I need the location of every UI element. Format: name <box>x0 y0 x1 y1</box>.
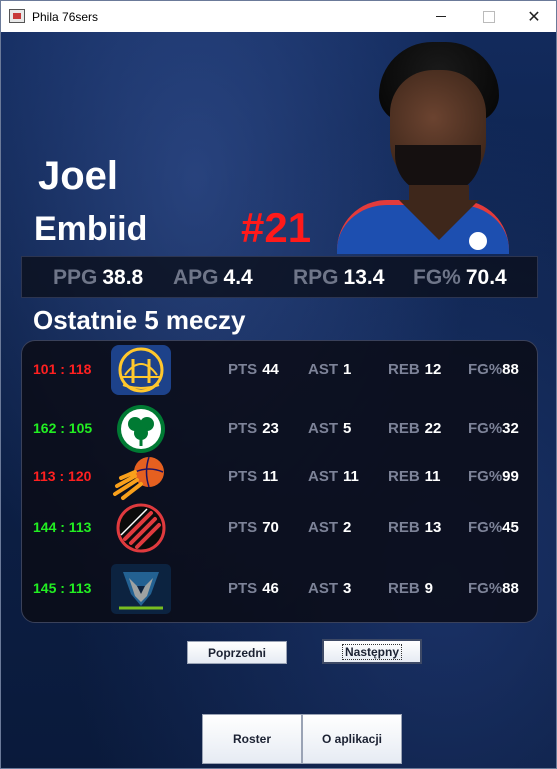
game-pts: PTS 11 <box>228 468 279 485</box>
game-score: 144 : 113 <box>33 519 92 535</box>
phoenix-suns-logo-icon <box>111 452 171 502</box>
game-score: 101 : 118 <box>33 361 92 377</box>
season-stats-bar: PPG 38.8 APG 4.4 RPG 13.4 FG% 70.4 <box>21 256 538 298</box>
last-games-title: Ostatnie 5 meczy <box>33 305 246 335</box>
stat-value: 4.4 <box>223 266 253 289</box>
title-bar[interactable]: Phila 76sers ✕ <box>1 1 556 32</box>
app-window: Phila 76sers ✕ Joel Embiid #21 PPG 38.8 … <box>0 0 557 769</box>
window-title: Phila 76sers <box>32 10 99 24</box>
minimize-button[interactable] <box>418 1 464 32</box>
game-row: 113 : 120 PTS 11 AST 11 REB 11 FG%99 <box>22 450 539 500</box>
player-number: #21 <box>241 204 312 251</box>
last-games-panel: 101 : 118 PTS 44 AST 1 REB 12 FG%88 162 … <box>21 340 538 623</box>
game-ast: AST 1 <box>308 361 352 378</box>
game-reb: REB 11 <box>388 468 441 485</box>
game-row: 101 : 118 PTS 44 AST 1 REB 12 FG%88 <box>22 343 539 395</box>
game-fg: FG%99 <box>468 468 519 485</box>
game-ast: AST 11 <box>308 468 359 485</box>
main-panel: Joel Embiid #21 PPG 38.8 APG 4.4 RPG 13.… <box>1 32 556 768</box>
game-fg: FG%45 <box>468 519 519 536</box>
portland-trail-blazers-logo-icon <box>111 503 171 553</box>
game-row: 145 : 113 PTS 46 AST 3 REB 9 FG%88 <box>22 562 539 614</box>
minnesota-timberwolves-logo-icon <box>111 564 171 614</box>
game-fg: FG%88 <box>468 580 519 597</box>
previous-player-button[interactable]: Poprzedni <box>187 641 287 664</box>
stat-value: 70.4 <box>465 266 507 289</box>
game-pts: PTS 46 <box>228 580 279 597</box>
game-pts: PTS 44 <box>228 361 279 378</box>
game-row: 144 : 113 PTS 70 AST 2 REB 13 FG%45 <box>22 501 539 553</box>
player-photo <box>337 40 509 254</box>
game-pts: PTS 70 <box>228 519 279 536</box>
game-reb: REB 9 <box>388 580 434 597</box>
game-row: 162 : 105 PTS 23 AST 5 REB 22 FG%32 <box>22 402 539 453</box>
game-reb: REB 13 <box>388 519 442 536</box>
about-app-button[interactable]: O aplikacji <box>302 714 402 764</box>
game-ast: AST 3 <box>308 580 352 597</box>
app-icon <box>9 9 25 23</box>
game-ast: AST 2 <box>308 519 352 536</box>
stat-fg: FG% 70.4 <box>413 266 507 290</box>
next-player-label: Następny <box>341 643 403 660</box>
game-pts: PTS 23 <box>228 420 279 437</box>
stat-apg: APG 4.4 <box>173 266 253 290</box>
stat-value: 13.4 <box>343 266 385 289</box>
stat-rpg: RPG 13.4 <box>293 266 384 290</box>
game-reb: REB 12 <box>388 361 442 378</box>
maximize-button[interactable] <box>466 1 512 32</box>
stat-ppg: PPG 38.8 <box>53 266 143 290</box>
close-button[interactable]: ✕ <box>511 1 556 32</box>
stat-label: APG <box>173 266 219 289</box>
stat-label: RPG <box>293 266 339 289</box>
game-score: 162 : 105 <box>33 420 93 436</box>
game-ast: AST 5 <box>308 420 352 437</box>
game-score: 113 : 120 <box>33 468 92 484</box>
player-first-name: Joel <box>38 154 119 198</box>
game-fg: FG%32 <box>468 420 519 437</box>
stat-value: 38.8 <box>102 266 144 289</box>
game-reb: REB 22 <box>388 420 442 437</box>
next-player-button[interactable]: Następny <box>322 639 422 664</box>
player-last-name: Embiid <box>34 210 148 248</box>
game-fg: FG%88 <box>468 361 519 378</box>
boston-celtics-logo-icon <box>111 404 171 454</box>
stat-label: PPG <box>53 266 98 289</box>
roster-button[interactable]: Roster <box>202 714 302 764</box>
golden-state-warriors-logo-icon <box>111 345 171 395</box>
game-score: 145 : 113 <box>33 580 92 596</box>
stat-label: FG% <box>413 266 461 289</box>
